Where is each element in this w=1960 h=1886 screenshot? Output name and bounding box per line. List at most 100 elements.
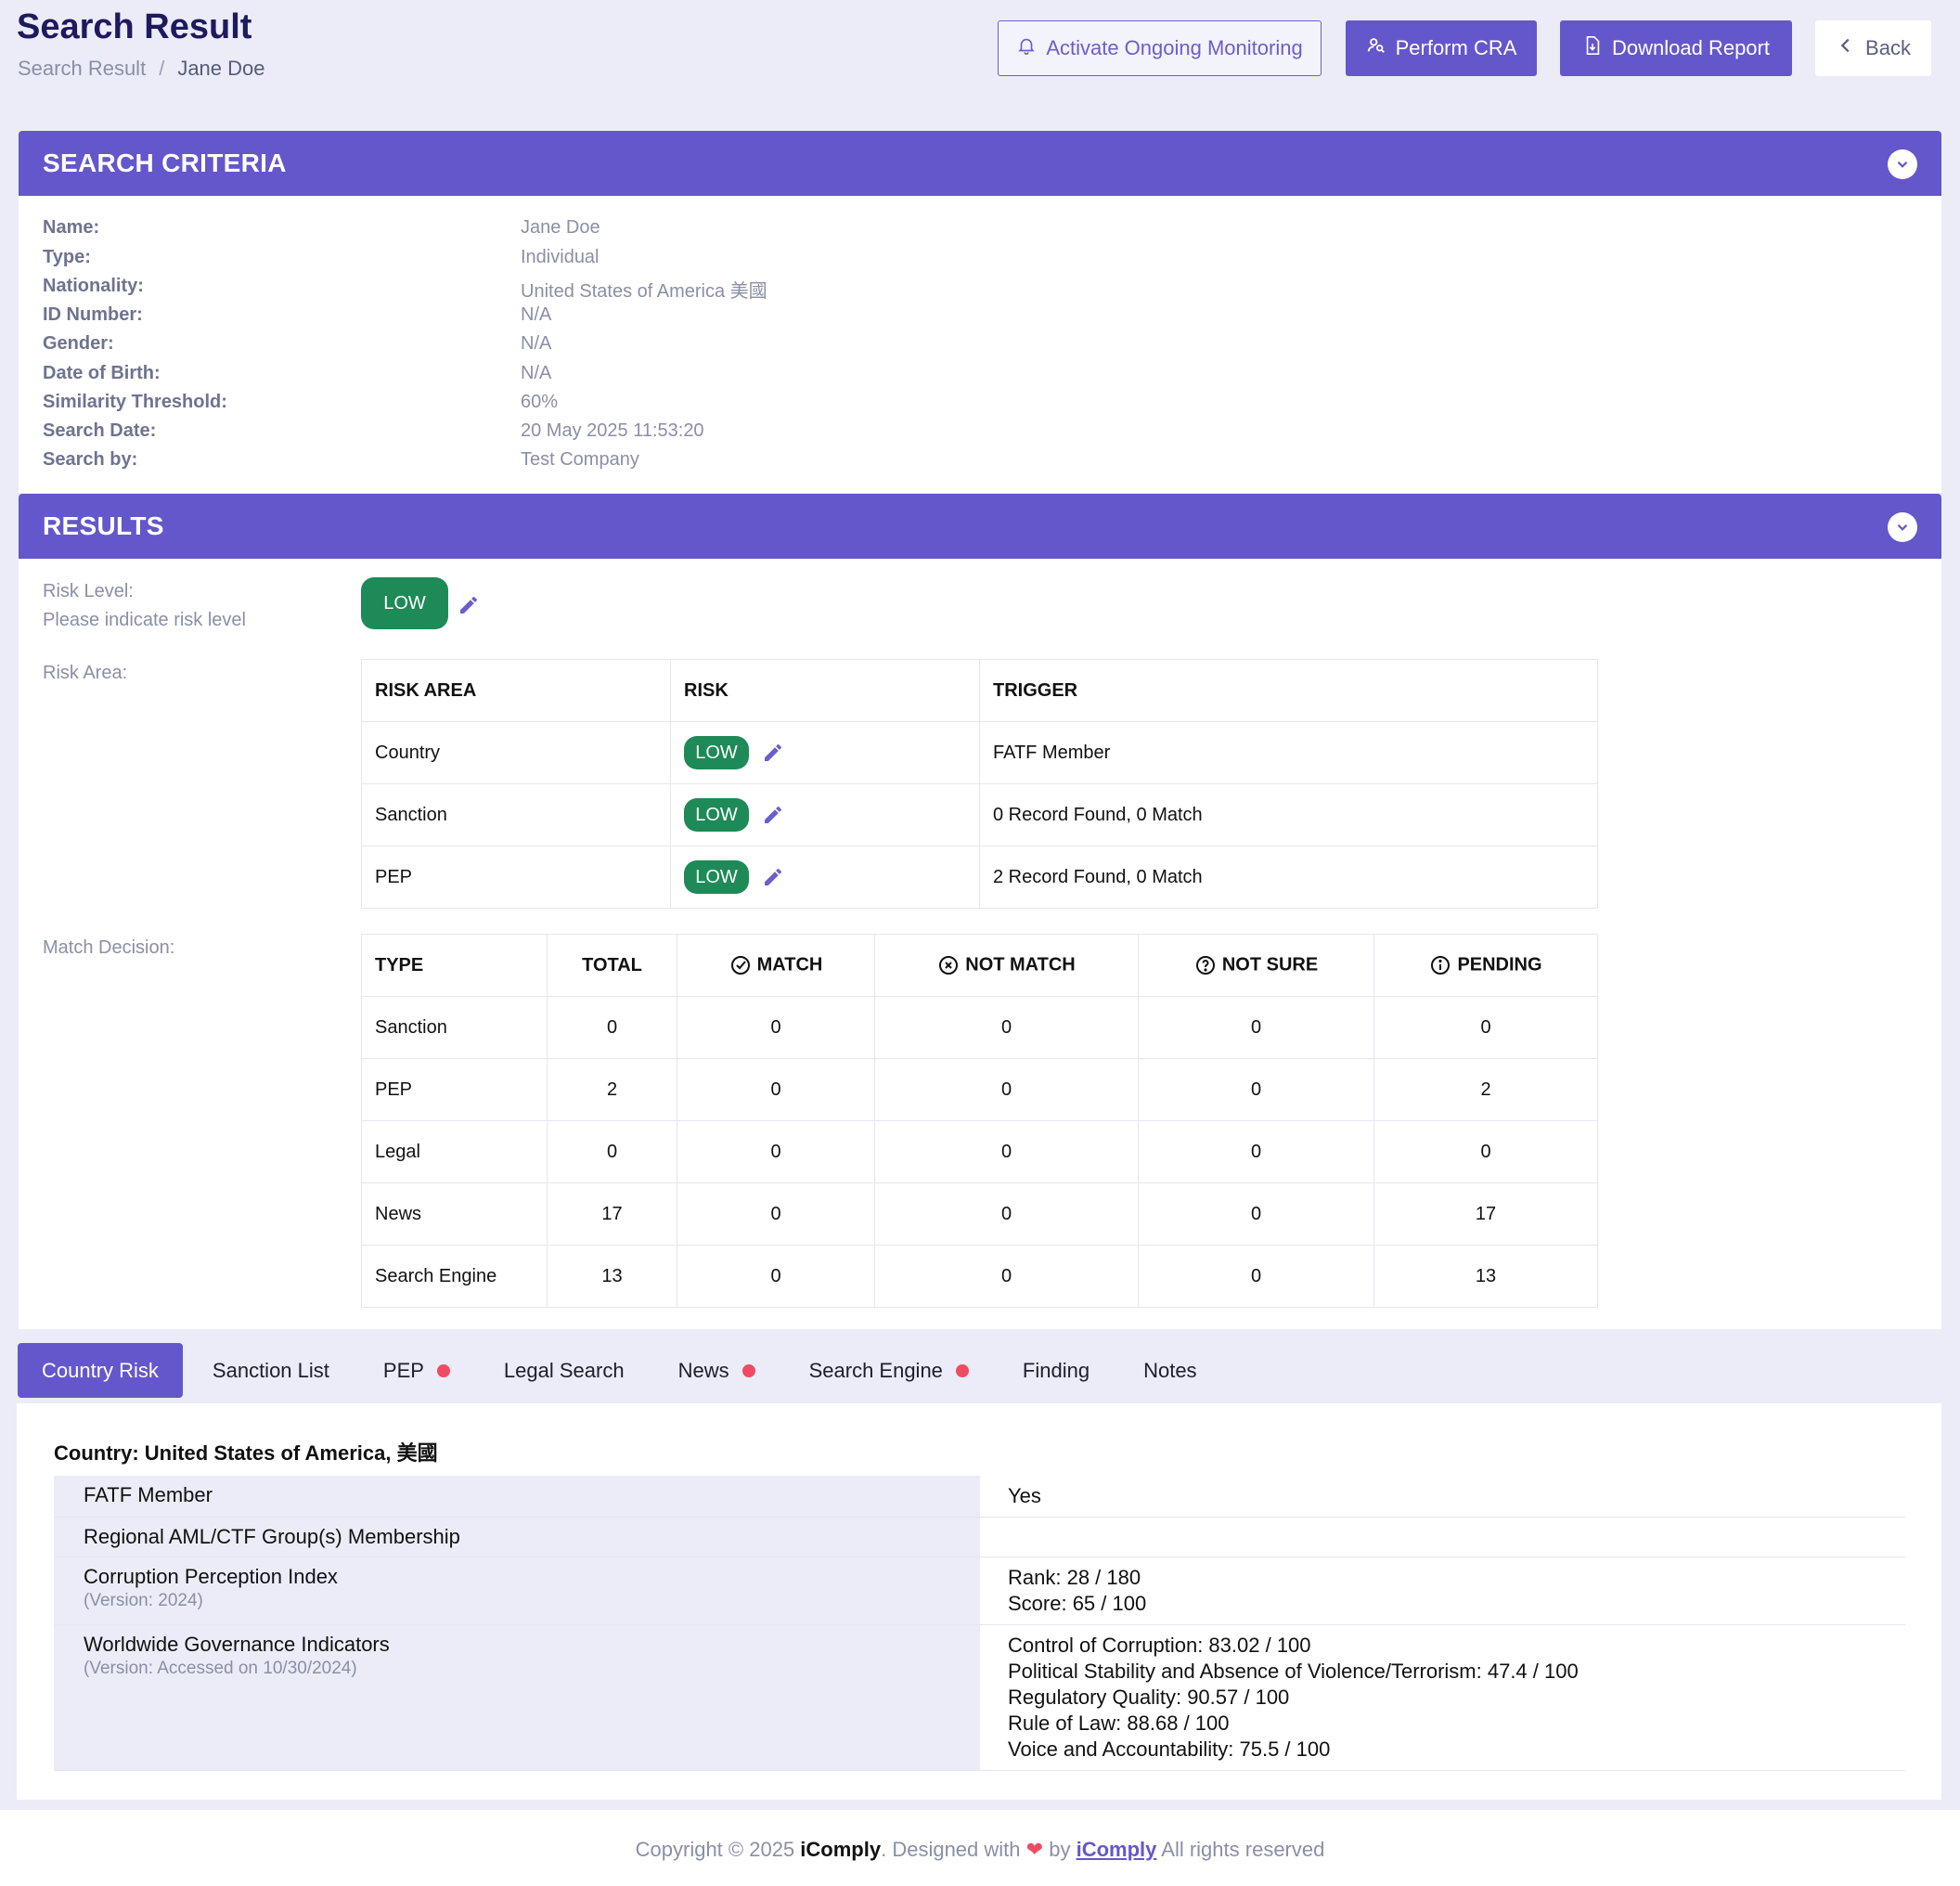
collapse-results-button[interactable] xyxy=(1888,512,1917,542)
match-cell: 0 xyxy=(677,1245,875,1308)
column-header-match: MATCH xyxy=(677,934,875,997)
collapse-criteria-button[interactable] xyxy=(1888,149,1917,179)
info-circle-icon xyxy=(1429,954,1451,976)
search-criteria-title: SEARCH CRITERIA xyxy=(43,149,287,177)
match-decision-table: TYPE TOTAL MATCH NOT MATCH NOT SURE PEND… xyxy=(361,934,1598,1308)
country-value-line: Regulatory Quality: 90.57 / 100 xyxy=(1008,1686,1290,1709)
tab-country-risk[interactable]: Country Risk xyxy=(18,1343,183,1398)
risk-level-hint: Please indicate risk level xyxy=(43,610,246,630)
country-row-fatf: FATF Member Yes xyxy=(54,1476,1905,1518)
table-row: News 17 0 0 0 17 xyxy=(361,1182,1598,1246)
pending-cell: 0 xyxy=(1373,996,1598,1059)
tab-pep[interactable]: PEP xyxy=(359,1343,474,1398)
pencil-icon[interactable] xyxy=(762,866,784,888)
results-body: Risk Level: Please indicate risk level L… xyxy=(19,559,1941,1329)
country-value-line: Rule of Law: 88.68 / 100 xyxy=(1008,1712,1230,1735)
column-header: RISK xyxy=(670,659,980,722)
pending-cell: 2 xyxy=(1373,1058,1598,1121)
column-header-label: MATCH xyxy=(756,954,823,975)
table-row: Country LOW FATF Member xyxy=(361,721,1598,784)
risk-cell: LOW xyxy=(670,783,980,846)
criteria-label: Search Date: xyxy=(43,420,157,441)
country-value xyxy=(980,1518,1905,1557)
column-header-label: NOT SURE xyxy=(1221,954,1319,975)
trigger-cell: FATF Member xyxy=(979,721,1598,784)
criteria-value: United States of America 美國 xyxy=(521,281,767,302)
tab-news[interactable]: News xyxy=(654,1343,780,1398)
footer: Copyright © 2025 iComply. Designed with … xyxy=(0,1810,1960,1886)
footer-brand: iComply xyxy=(800,1838,882,1861)
not-sure-cell: 0 xyxy=(1138,1182,1374,1246)
country-row-cpi: Corruption Perception Index (Version: 202… xyxy=(54,1557,1905,1625)
activate-monitoring-button[interactable]: Activate Ongoing Monitoring xyxy=(998,20,1322,76)
total-cell: 2 xyxy=(547,1058,677,1121)
total-cell: 0 xyxy=(547,1120,677,1183)
tab-notes[interactable]: Notes xyxy=(1119,1343,1220,1398)
result-tabs: Country Risk Sanction List PEP Legal Sea… xyxy=(18,1343,1227,1398)
table-header-row: TYPE TOTAL MATCH NOT MATCH NOT SURE PEND… xyxy=(361,934,1598,997)
table-row: Legal 0 0 0 0 0 xyxy=(361,1120,1598,1183)
footer-brand-link[interactable]: iComply xyxy=(1077,1838,1157,1861)
column-header: TYPE xyxy=(361,934,548,997)
footer-rights: All rights reserved xyxy=(1161,1838,1325,1861)
footer-copyright: Copyright © 2025 xyxy=(635,1838,795,1861)
pencil-icon[interactable] xyxy=(762,804,784,826)
risk-badge: LOW xyxy=(684,736,749,769)
chevron-left-icon xyxy=(1836,35,1856,61)
country-key-label: Corruption Perception Index xyxy=(84,1565,338,1588)
tab-sanction-list[interactable]: Sanction List xyxy=(188,1343,354,1398)
pencil-icon[interactable] xyxy=(458,594,480,616)
table-header-row: RISK AREA RISK TRIGGER xyxy=(361,659,1598,722)
column-header: TRIGGER xyxy=(979,659,1598,722)
total-cell: 0 xyxy=(547,996,677,1059)
match-cell: 0 xyxy=(677,996,875,1059)
risk-area-label: Risk Area: xyxy=(43,663,128,683)
check-circle-icon xyxy=(729,954,752,976)
country-value-line: Yes xyxy=(1008,1484,1041,1507)
perform-cra-button[interactable]: Perform CRA xyxy=(1346,20,1537,76)
risk-area-cell: Country xyxy=(361,721,671,784)
country-value-line: Political Stability and Absence of Viole… xyxy=(1008,1660,1579,1683)
table-row: PEP LOW 2 Record Found, 0 Match xyxy=(361,846,1598,909)
footer-text: Copyright © 2025 iComply. Designed with … xyxy=(0,1838,1960,1862)
download-report-button[interactable]: Download Report xyxy=(1560,20,1792,76)
user-search-icon xyxy=(1366,35,1386,61)
type-cell: Search Engine xyxy=(361,1245,548,1308)
breadcrumb-root[interactable]: Search Result xyxy=(18,57,146,80)
criteria-value: N/A xyxy=(521,304,552,325)
not-match-cell: 0 xyxy=(874,1245,1139,1308)
tab-search-engine[interactable]: Search Engine xyxy=(785,1343,993,1398)
tab-label: Search Engine xyxy=(808,1358,943,1382)
criteria-value: N/A xyxy=(521,363,552,383)
back-button[interactable]: Back xyxy=(1815,20,1931,76)
heart-icon: ❤ xyxy=(1025,1838,1044,1861)
tab-label: PEP xyxy=(382,1358,424,1382)
tab-label: Legal Search xyxy=(503,1358,625,1382)
column-header-label: PENDING xyxy=(1457,954,1542,975)
breadcrumb-current: Jane Doe xyxy=(177,57,265,80)
back-label: Back xyxy=(1865,36,1911,59)
country-row-wgi: Worldwide Governance Indicators (Version:… xyxy=(54,1625,1905,1771)
tab-finding[interactable]: Finding xyxy=(999,1343,1114,1398)
country-value: Yes xyxy=(980,1476,1905,1517)
not-sure-cell: 0 xyxy=(1138,1245,1374,1308)
question-circle-icon xyxy=(1194,954,1217,976)
match-cell: 0 xyxy=(677,1182,875,1246)
country-key: FATF Member xyxy=(54,1476,980,1517)
risk-area-cell: Sanction xyxy=(361,783,671,846)
pending-cell: 0 xyxy=(1373,1120,1598,1183)
pencil-icon[interactable] xyxy=(762,742,784,764)
breadcrumb: Search Result / Jane Doe xyxy=(18,57,265,81)
country-key: Corruption Perception Index (Version: 202… xyxy=(54,1557,980,1624)
criteria-label: Similarity Threshold: xyxy=(43,392,227,412)
download-report-label: Download Report xyxy=(1612,36,1770,59)
tab-legal-search[interactable]: Legal Search xyxy=(480,1343,649,1398)
criteria-value: Jane Doe xyxy=(521,217,600,238)
pending-cell: 13 xyxy=(1373,1245,1598,1308)
total-cell: 13 xyxy=(547,1245,677,1308)
file-download-icon xyxy=(1582,35,1603,61)
criteria-label: Gender: xyxy=(43,333,114,354)
table-row: Search Engine 13 0 0 0 13 xyxy=(361,1245,1598,1308)
risk-area-table: RISK AREA RISK TRIGGER Country LOW FATF … xyxy=(361,659,1598,909)
results-title: RESULTS xyxy=(43,511,164,540)
